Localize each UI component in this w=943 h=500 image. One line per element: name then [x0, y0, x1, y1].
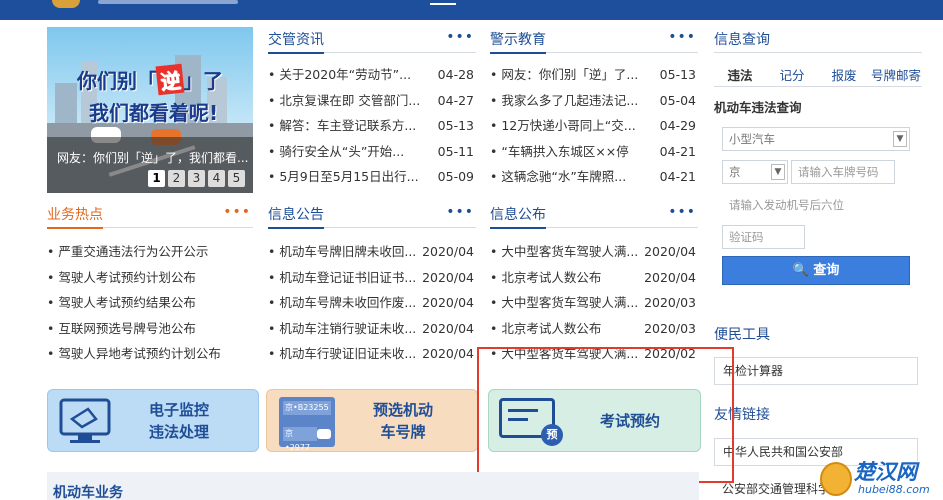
tile-label: 电子监控 违法处理: [148, 401, 209, 441]
watermark-url: hubei88.com: [858, 483, 930, 496]
list-item[interactable]: • 大中型客货车驾驶人满... 2020/04: [490, 239, 698, 265]
tile-label: 预选机动 车号牌: [372, 401, 433, 441]
carousel-page-3[interactable]: 3: [188, 170, 205, 187]
query-tabs: 违法 记分 报废 号牌邮寄: [714, 65, 922, 87]
list-item[interactable]: • “车辆拱入东城区××停 04-21: [490, 139, 698, 165]
section-title[interactable]: 机动车业务: [53, 482, 123, 500]
list-item[interactable]: • 北京复课在即 交管部门... 04-27: [268, 88, 476, 114]
traffic-news-panel: 交管资讯 ••• • 关于2020年“劳动节”... 04-28 • 北京复课在即…: [268, 27, 476, 190]
section-header-bar: 机动车业务: [47, 472, 699, 500]
info-publish-panel: 信息公布 ••• • 大中型客货车驾驶人满... 2020/04 • 北京考试人数…: [490, 202, 698, 367]
carousel-page-4[interactable]: 4: [208, 170, 225, 187]
panel-header: 交管资讯 •••: [268, 27, 476, 54]
vehicle-type-select[interactable]: 小型汽车 ▼: [722, 127, 910, 151]
more-link[interactable]: •••: [668, 204, 696, 220]
news-list: • 严重交通违法行为公开公示 • 驾驶人考试预约计划公布 • 驾驶人考试预约结果…: [47, 239, 253, 367]
vehicle-type-value: 小型汽车: [729, 132, 775, 146]
panel-header: 业务热点 •••: [47, 202, 253, 229]
list-item[interactable]: • 驾驶人考试预约结果公布: [47, 290, 253, 316]
business-hot-panel: 业务热点 ••• • 严重交通违法行为公开公示 • 驾驶人考试预约计划公布 • …: [47, 202, 253, 367]
query-button[interactable]: 🔍 查询: [722, 256, 910, 285]
warning-education-panel: 警示教育 ••• • 网友：你们别「逆」了... 05-13 • 我家么多了几起违…: [490, 27, 698, 190]
nav-active-indicator: [430, 3, 456, 5]
list-item[interactable]: • 网友：你们别「逆」了... 05-13: [490, 62, 698, 88]
site-watermark: 楚汉网 hubei88.com: [812, 456, 943, 500]
list-item[interactable]: • 机动车注销行驶证未收... 2020/04: [268, 316, 476, 342]
site-logo[interactable]: [52, 0, 80, 8]
site-title-strip: [98, 0, 238, 4]
carousel-pagination: 1 2 3 4 5: [148, 170, 245, 187]
list-item[interactable]: • 互联网预选号牌号池公布: [47, 316, 253, 342]
carousel-page-5[interactable]: 5: [228, 170, 245, 187]
list-item[interactable]: • 我家么多了几起违法记... 05-04: [490, 88, 698, 114]
list-item[interactable]: • 驾驶人考试预约计划公布: [47, 265, 253, 291]
panel-title[interactable]: 交管资讯: [268, 29, 324, 54]
tab-scrap[interactable]: 报废: [818, 65, 870, 86]
list-item[interactable]: • 这辆念驰“水”车牌照... 04-21: [490, 164, 698, 190]
province-value: 京: [729, 165, 741, 179]
carousel-caption-text[interactable]: 网友：你们别「逆」了，我们都看...: [57, 149, 248, 166]
carousel-page-2[interactable]: 2: [168, 170, 185, 187]
news-list: • 网友：你们别「逆」了... 05-13 • 我家么多了几起违法记... 05-0…: [490, 62, 698, 190]
watermark-title: 楚汉网: [854, 460, 917, 484]
chevron-down-icon: ▼: [893, 131, 907, 147]
info-notice-panel: 信息公告 ••• • 机动车号牌旧牌未收回... 2020/04 • 机动车登记证…: [268, 202, 476, 367]
engine-number-input[interactable]: 请输入发动机号后六位: [722, 193, 910, 217]
monitor-camera-icon: [59, 398, 111, 443]
list-item[interactable]: • 机动车行驶证旧证未收... 2020/04: [268, 341, 476, 367]
list-item[interactable]: • 北京考试人数公布 2020/04: [490, 265, 698, 291]
captcha-input[interactable]: 验证码: [722, 225, 805, 249]
more-link[interactable]: •••: [668, 29, 696, 45]
panel-header: 警示教育 •••: [490, 27, 698, 54]
panel-header: 信息公告 •••: [268, 202, 476, 229]
tools-title: 便民工具: [714, 327, 770, 343]
banner-headline-1: 你们别「逆」了: [77, 63, 223, 96]
news-list: • 机动车号牌旧牌未收回... 2020/04 • 机动车登记证书旧证书... 20…: [268, 239, 476, 367]
list-item[interactable]: • 关于2020年“劳动节”... 04-28: [268, 62, 476, 88]
mascot-icon: [820, 462, 852, 496]
list-item[interactable]: • 骑行安全从“头”开始... 05-11: [268, 139, 476, 165]
chevron-down-icon: ▼: [771, 164, 785, 180]
tab-violation[interactable]: 违法: [714, 65, 766, 86]
info-query-panel: 信息查询 违法 记分 报废 号牌邮寄 机动车违法查询: [714, 27, 922, 116]
inspection-calculator-link[interactable]: 年检计算器: [714, 357, 918, 385]
list-item[interactable]: • 解答：车主登记联系方... 05-13: [268, 113, 476, 139]
query-form-label: 机动车违法查询: [714, 100, 802, 115]
carousel-caption: 网友：你们别「逆」了，我们都看... 1 2 3 4 5: [47, 137, 253, 193]
more-link[interactable]: •••: [446, 204, 474, 220]
highlight-annotation-box: [477, 347, 734, 483]
search-icon: 🔍: [792, 263, 809, 278]
panel-title[interactable]: 业务热点: [47, 204, 103, 229]
carousel-page-1[interactable]: 1: [148, 170, 165, 187]
plate-number-input[interactable]: 请输入车牌号码: [791, 160, 895, 184]
panel-title[interactable]: 信息公布: [490, 204, 546, 229]
more-link[interactable]: •••: [223, 204, 251, 220]
list-item[interactable]: • 驾驶人异地考试预约计划公布: [47, 341, 253, 367]
list-item[interactable]: • 12万快递小哥同上“交... 04-29: [490, 113, 698, 139]
e-monitor-violation-tile[interactable]: 电子监控 违法处理: [47, 389, 259, 452]
query-panel-title: 信息查询: [714, 27, 922, 53]
plate-card-icon: 京•B23255 京•2977: [279, 397, 335, 451]
province-select[interactable]: 京 ▼: [722, 160, 788, 184]
list-item[interactable]: • 机动车号牌未收回作废... 2020/04: [268, 290, 476, 316]
tab-points[interactable]: 记分: [766, 65, 818, 86]
panel-header: 信息公布 •••: [490, 202, 698, 229]
list-item[interactable]: • 5月9日至5月15日出行... 05-09: [268, 164, 476, 190]
more-link[interactable]: •••: [446, 29, 474, 45]
banner-headline-2: 我们都看着呢!: [89, 101, 219, 125]
news-carousel[interactable]: 你们别「逆」了 我们都看着呢! 网友：你们别「逆」了，我们都看... 1 2 3…: [47, 27, 253, 193]
top-header-bar: [0, 0, 943, 20]
news-list: • 关于2020年“劳动节”... 04-28 • 北京复课在即 交管部门... 0…: [268, 62, 476, 190]
list-item[interactable]: • 机动车号牌旧牌未收回... 2020/04: [268, 239, 476, 265]
query-button-label: 查询: [813, 263, 840, 278]
list-item[interactable]: • 北京考试人数公布 2020/03: [490, 316, 698, 342]
plate-preselection-tile[interactable]: 京•B23255 京•2977 预选机动 车号牌: [266, 389, 478, 452]
list-item[interactable]: • 严重交通违法行为公开公示: [47, 239, 253, 265]
list-item[interactable]: • 机动车登记证书旧证书... 2020/04: [268, 265, 476, 291]
panel-title[interactable]: 警示教育: [490, 29, 546, 54]
list-item[interactable]: • 大中型客货车驾驶人满... 2020/03: [490, 290, 698, 316]
panel-title[interactable]: 信息公告: [268, 204, 324, 229]
tab-plate-mail[interactable]: 号牌邮寄: [870, 65, 922, 86]
